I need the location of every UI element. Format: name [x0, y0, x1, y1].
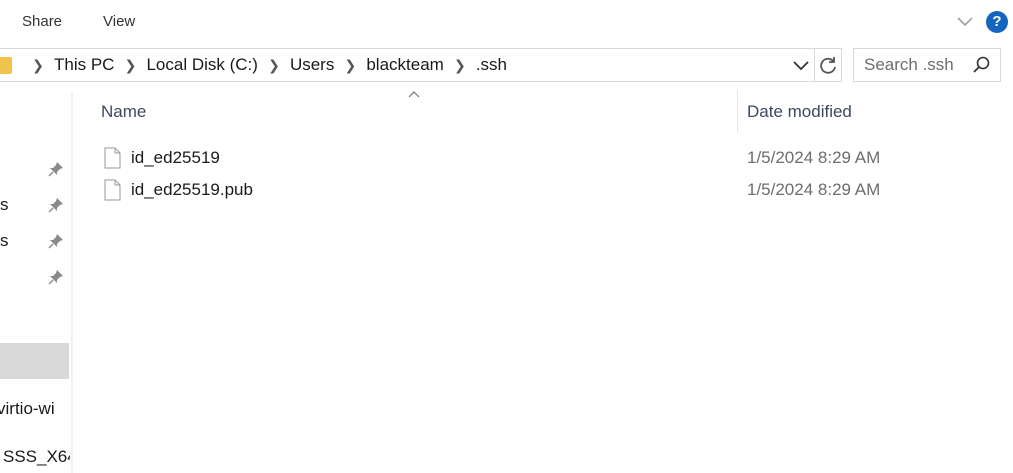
ribbon-tab-share[interactable]: Share	[22, 13, 62, 30]
file-icon	[104, 147, 121, 169]
refresh-icon[interactable]	[816, 54, 840, 78]
address-row: ❯ This PC ❯ Local Disk (C:) ❯ Users ❯ bl…	[0, 42, 1013, 88]
nav-item-label[interactable]: s	[0, 195, 9, 215]
sort-up-icon	[408, 91, 420, 98]
column-header-name[interactable]: Name	[101, 102, 146, 122]
file-row[interactable]: id_ed25519 1/5/2024 8:29 AM	[73, 142, 1013, 174]
divider	[814, 49, 815, 81]
breadcrumb: ❯ This PC ❯ Local Disk (C:) ❯ Users ❯ bl…	[26, 49, 511, 81]
pin-icon[interactable]	[48, 269, 64, 285]
breadcrumb-ssh[interactable]: .ssh	[472, 55, 511, 75]
folder-icon	[0, 57, 12, 74]
file-row[interactable]: id_ed25519.pub 1/5/2024 8:29 AM	[73, 174, 1013, 206]
chevron-right-icon[interactable]: ❯	[262, 57, 286, 74]
pin-icon[interactable]	[48, 197, 64, 213]
chevron-down-icon[interactable]	[955, 13, 975, 31]
nav-item-label[interactable]: s	[0, 231, 9, 251]
nav-item-selected[interactable]	[0, 343, 69, 379]
breadcrumb-this-pc[interactable]: This PC	[50, 55, 118, 75]
chevron-right-icon[interactable]: ❯	[118, 57, 142, 74]
chevron-down-icon[interactable]	[790, 57, 812, 75]
breadcrumb-local-disk[interactable]: Local Disk (C:)	[142, 55, 261, 75]
help-icon[interactable]: ?	[986, 11, 1008, 33]
file-date-modified: 1/5/2024 8:29 AM	[747, 180, 881, 199]
navigation-pane: s s virtio-wi SSS_X64	[0, 88, 70, 473]
chevron-right-icon[interactable]: ❯	[448, 57, 472, 74]
nav-item-label[interactable]: virtio-wi	[0, 399, 55, 419]
breadcrumb-users[interactable]: Users	[286, 55, 338, 75]
file-icon	[104, 179, 121, 201]
ribbon: Share View ?	[0, 0, 1013, 42]
search-icon[interactable]	[971, 55, 991, 75]
nav-item-label[interactable]: SSS_X64	[3, 447, 70, 467]
chevron-right-icon[interactable]: ❯	[26, 57, 50, 74]
file-name[interactable]: id_ed25519.pub	[131, 180, 253, 200]
file-list: Name Date modified id_ed25519 1/5/2024 8…	[73, 88, 1013, 473]
search-input[interactable]	[854, 49, 972, 81]
ribbon-tab-view[interactable]: View	[103, 13, 135, 30]
pin-icon[interactable]	[48, 233, 64, 249]
search-box[interactable]	[853, 48, 1001, 82]
file-name[interactable]: id_ed25519	[131, 148, 220, 168]
column-header-date-modified[interactable]: Date modified	[747, 102, 852, 122]
breadcrumb-blackteam[interactable]: blackteam	[362, 55, 447, 75]
column-divider[interactable]	[737, 90, 738, 132]
address-bar[interactable]: ❯ This PC ❯ Local Disk (C:) ❯ Users ❯ bl…	[0, 48, 842, 82]
chevron-right-icon[interactable]: ❯	[338, 57, 362, 74]
file-date-modified: 1/5/2024 8:29 AM	[747, 148, 881, 167]
pin-icon[interactable]	[48, 161, 64, 177]
